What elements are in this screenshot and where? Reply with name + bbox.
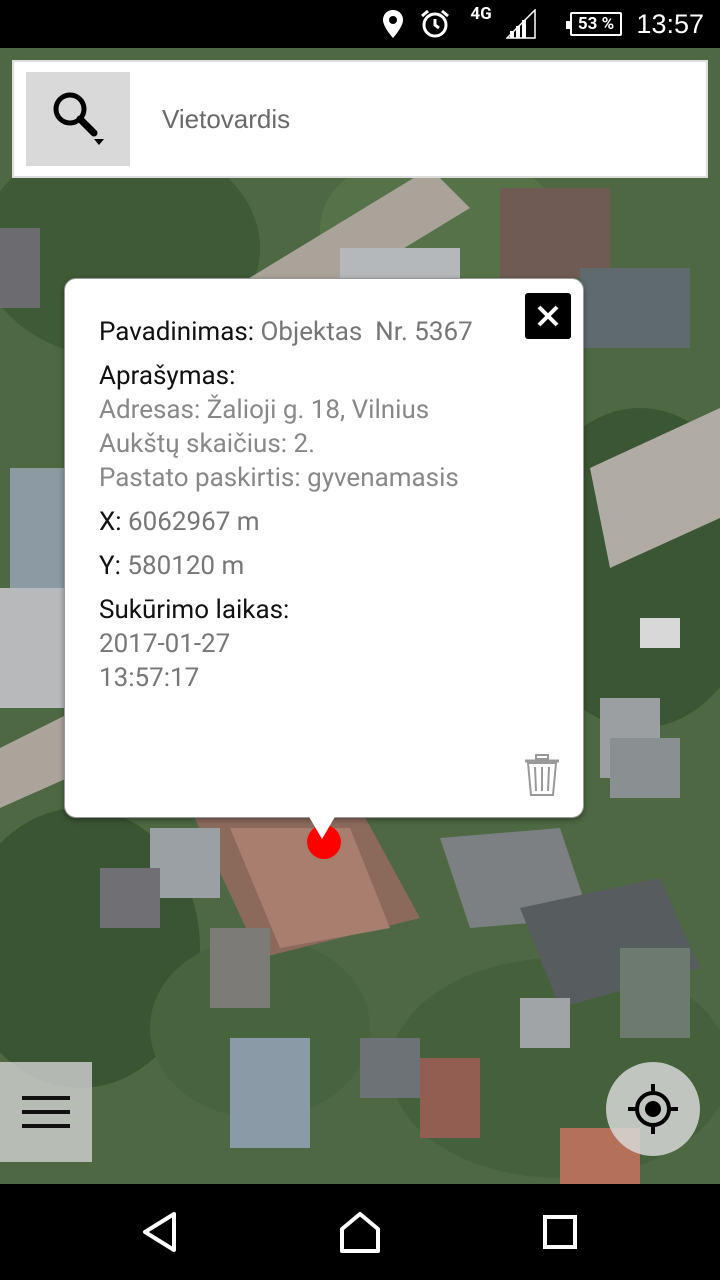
- description-line: Pastato paskirtis: gyvenamasis: [99, 463, 459, 493]
- y-label: Y:: [99, 551, 128, 581]
- hamburger-icon: [22, 1096, 70, 1128]
- description-label: Aprašymas:: [99, 361, 236, 391]
- back-button[interactable]: [100, 1184, 220, 1280]
- popup-pointer: [308, 815, 336, 839]
- x-value: 6062967 m: [128, 507, 260, 537]
- recents-button[interactable]: [500, 1184, 620, 1280]
- back-icon: [143, 1212, 176, 1252]
- search-input[interactable]: [162, 62, 682, 176]
- created-date: 2017-01-27: [99, 629, 231, 659]
- signal-icon: [504, 0, 538, 48]
- clock: 13:57: [636, 8, 704, 39]
- popup-content: Pavadinimas: Objektas Nr. 5367 Aprašymas…: [99, 315, 519, 705]
- battery-icon: 53 %: [566, 0, 626, 48]
- status-bar: 4G 53 % 13:57: [0, 0, 720, 48]
- created-time: 13:57:17: [99, 663, 200, 693]
- trash-icon: [525, 754, 559, 796]
- close-button[interactable]: [525, 293, 571, 339]
- menu-button[interactable]: [0, 1062, 92, 1162]
- location-icon: [378, 0, 408, 48]
- description-row: Aprašymas: Adresas: Žalioji g. 18, Vilni…: [99, 359, 519, 495]
- network-type-label: 4G: [470, 4, 492, 24]
- y-value: 580120 m: [127, 551, 245, 581]
- x-row: X: 6062967 m: [99, 505, 519, 539]
- search-bar: [12, 60, 708, 178]
- search-button[interactable]: [26, 72, 130, 166]
- description-line: Aukštų skaičius: 2.: [99, 429, 315, 459]
- alarm-icon: [418, 0, 452, 48]
- home-button[interactable]: [300, 1184, 420, 1280]
- crosshair-icon: [628, 1084, 678, 1134]
- home-icon: [340, 1212, 380, 1253]
- name-value: Objektas Nr. 5367: [260, 317, 473, 347]
- delete-button[interactable]: [523, 753, 561, 797]
- y-row: Y: 580120 m: [99, 549, 519, 583]
- x-label: X:: [99, 507, 129, 537]
- my-location-button[interactable]: [606, 1062, 700, 1156]
- name-row: Pavadinimas: Objektas Nr. 5367: [99, 315, 519, 349]
- created-row: Sukūrimo laikas: 2017-01-27 13:57:17: [99, 593, 519, 695]
- search-icon: [53, 92, 104, 145]
- created-label: Sukūrimo laikas:: [99, 595, 290, 625]
- name-label: Pavadinimas:: [99, 317, 261, 347]
- navigation-bar: [0, 1184, 720, 1280]
- battery-level: 53 %: [566, 12, 622, 36]
- description-line: Adresas: Žalioji g. 18, Vilnius: [99, 395, 430, 425]
- info-popup: Pavadinimas: Objektas Nr. 5367 Aprašymas…: [64, 278, 584, 818]
- recents-icon: [543, 1215, 577, 1249]
- close-icon: [537, 305, 559, 327]
